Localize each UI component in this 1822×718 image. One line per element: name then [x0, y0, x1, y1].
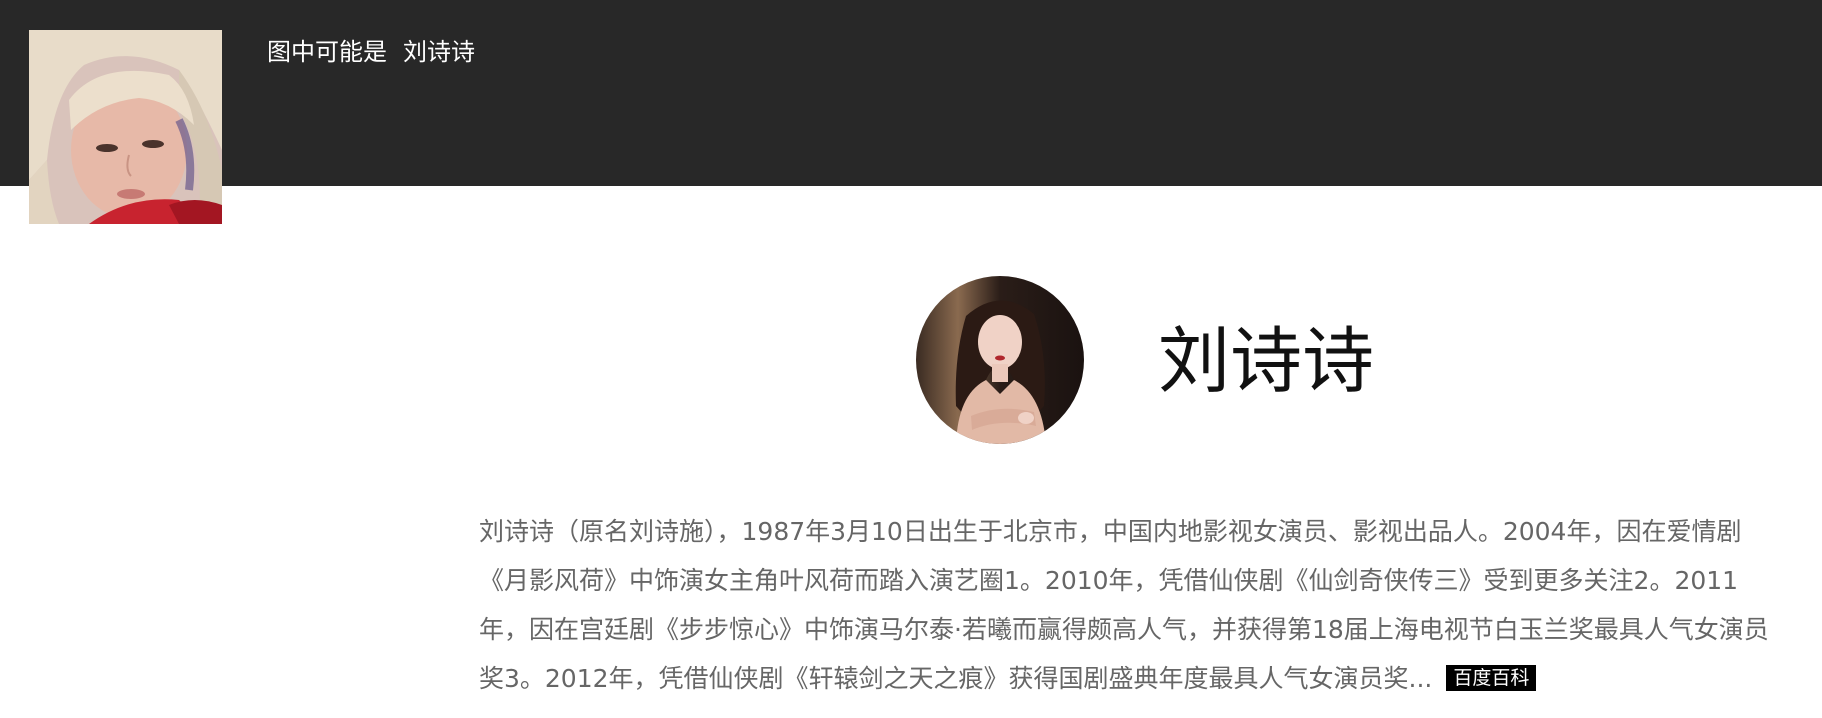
recognition-caption: 图中可能是 刘诗诗: [267, 36, 475, 68]
profile-bio: 刘诗诗（原名刘诗施），1987年3月10日出生于北京市，中国内地影视女演员、影视…: [479, 507, 1779, 703]
header-bar: [0, 0, 1822, 186]
baike-source-badge[interactable]: 百度百科: [1446, 665, 1537, 691]
profile-name-title: 刘诗诗: [1158, 319, 1375, 403]
caption-name-link[interactable]: 刘诗诗: [403, 38, 475, 66]
query-face-thumbnail[interactable]: [29, 30, 222, 224]
profile-avatar[interactable]: [916, 276, 1084, 444]
bio-text: 刘诗诗（原名刘诗施），1987年3月10日出生于北京市，中国内地影视女演员、影视…: [479, 517, 1769, 693]
caption-prefix: 图中可能是: [267, 38, 387, 66]
